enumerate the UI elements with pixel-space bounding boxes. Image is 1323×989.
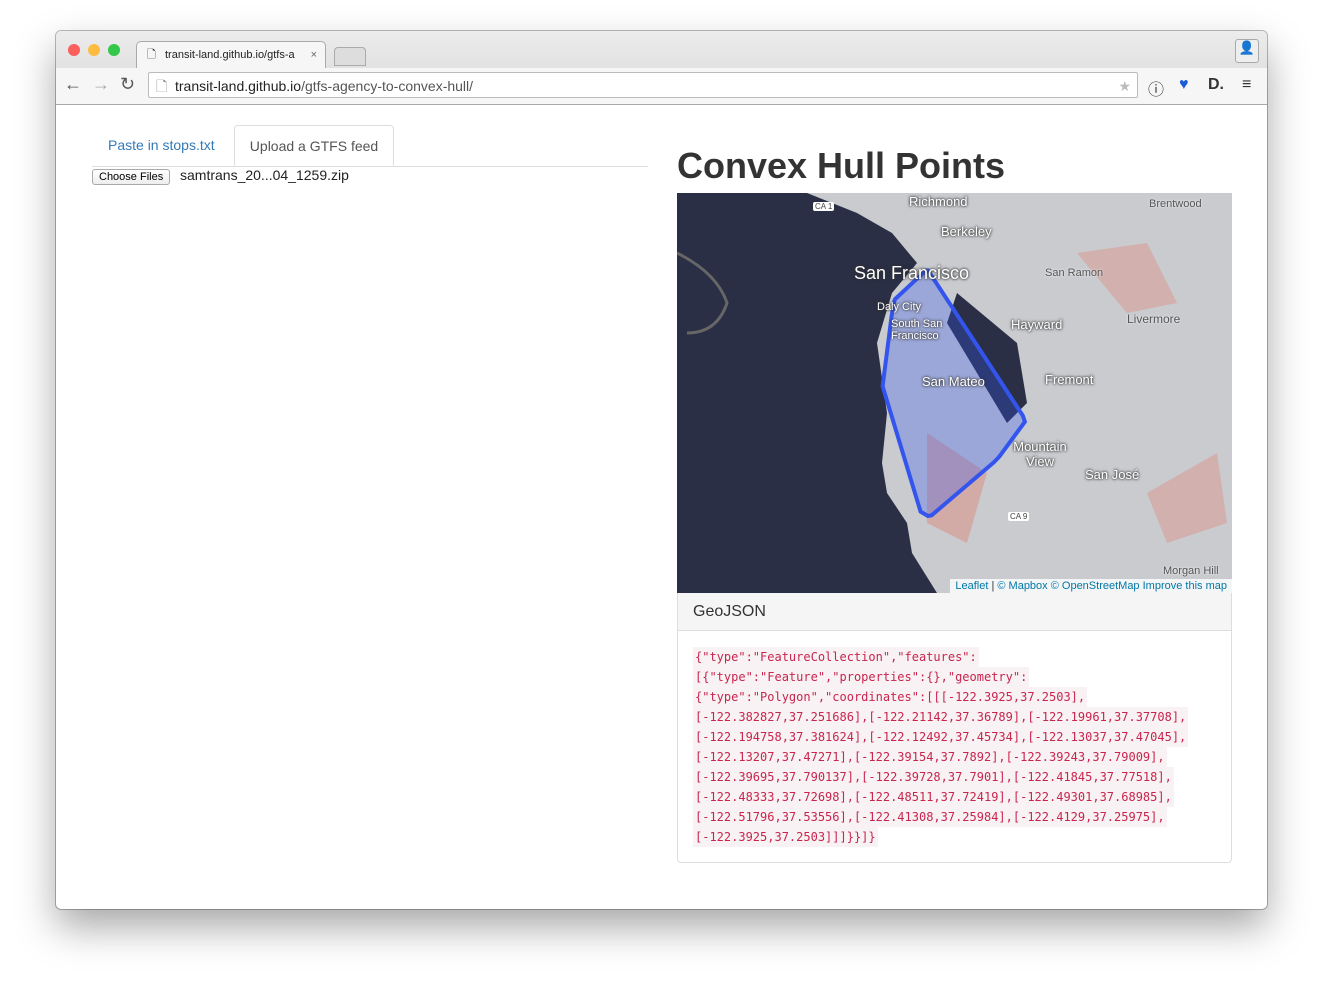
map-tiles	[677, 193, 1232, 593]
profile-icon[interactable]: 👤	[1235, 39, 1259, 63]
tab-upload-gtfs[interactable]: Upload a GTFS feed	[234, 125, 394, 166]
highway-shield: CA 9	[1008, 512, 1030, 521]
choose-files-button[interactable]: Choose Files	[92, 169, 171, 185]
map-label: Fremont	[1045, 372, 1094, 387]
coastline	[677, 251, 729, 335]
tab-paste-stops[interactable]: Paste in stops.txt	[108, 137, 215, 153]
url-path: /gtfs-agency-to-convex-hull/	[301, 78, 474, 94]
map[interactable]: Richmond Berkeley Brentwood San Francisc…	[677, 193, 1232, 593]
geojson-line: [{"type":"Feature","properties":{},"geom…	[693, 667, 1030, 687]
panel-heading: GeoJSON	[678, 593, 1231, 631]
geojson-panel: GeoJSON {"type":"FeatureCollection","fea…	[677, 593, 1232, 863]
back-icon[interactable]: ←	[64, 74, 82, 95]
menu-icon[interactable]: ≡	[1242, 76, 1251, 94]
selected-file-name: samtrans_20...04_1259.zip	[180, 167, 349, 183]
page-title: Convex Hull Points	[677, 145, 1006, 186]
url-host: transit-land.github.io	[175, 78, 302, 94]
leaflet-link[interactable]: Leaflet	[955, 580, 988, 592]
map-label: San Mateo	[922, 374, 985, 389]
password-extension-icon[interactable]: ⓘ	[1148, 76, 1164, 100]
new-tab-button[interactable]	[334, 47, 366, 66]
map-label: Brentwood	[1149, 198, 1202, 210]
geojson-line: [-122.382827,37.251686],[-122.21142,37.3…	[693, 707, 1189, 727]
map-label: Hayward	[1011, 317, 1063, 332]
d-extension-icon[interactable]: D.	[1208, 76, 1224, 94]
input-tabs: Paste in stops.txt Upload a GTFS feed	[92, 125, 648, 167]
address-bar[interactable]: 🗋 transit-land.github.io/gtfs-agency-to-c…	[148, 72, 1138, 98]
map-label: Livermore	[1127, 312, 1181, 326]
map-label: Morgan Hill	[1163, 565, 1219, 577]
shield-extension-icon[interactable]: ♥	[1179, 76, 1189, 94]
map-label: Daly City	[877, 301, 922, 313]
browser-window: 🗋 transit-land.github.io/gtfs-a × 👤 ← → ↻ …	[56, 31, 1267, 909]
page-icon: 🗋	[156, 78, 168, 94]
geojson-line: [-122.39695,37.790137],[-122.39728,37.79…	[693, 767, 1174, 787]
browser-chrome: 🗋 transit-land.github.io/gtfs-a × 👤 ← → ↻ …	[56, 31, 1267, 105]
browser-tab[interactable]: 🗋 transit-land.github.io/gtfs-a ×	[136, 41, 326, 68]
forward-icon[interactable]: →	[92, 74, 110, 95]
osm-link[interactable]: © OpenStreetMap	[1051, 580, 1140, 592]
reload-icon[interactable]: ↻	[120, 74, 135, 95]
maximize-window-button[interactable]	[108, 44, 120, 56]
geojson-line: [-122.51796,37.53556],[-122.41308,37.259…	[693, 807, 1167, 827]
highway-shield: CA 1	[813, 202, 835, 211]
geojson-line: [-122.3925,37.2503]]]}}]}	[693, 827, 878, 847]
geojson-line: {"type":"Polygon","coordinates":[[[-122.…	[693, 687, 1088, 707]
page-content: Paste in stops.txt Upload a GTFS feed Ch…	[56, 105, 1267, 909]
map-label: Richmond	[909, 194, 968, 209]
map-label: Berkeley	[941, 224, 992, 239]
bookmark-star-icon[interactable]: ★	[1118, 73, 1131, 99]
map-label: San Ramon	[1045, 267, 1104, 279]
close-tab-icon[interactable]: ×	[311, 42, 317, 68]
geojson-code: {"type":"FeatureCollection","features":[…	[678, 631, 1231, 863]
map-label: San José	[1085, 467, 1140, 482]
map-label: Mountain View	[1013, 439, 1067, 469]
map-attribution: Leaflet | © Mapbox © OpenStreetMap Impro…	[950, 579, 1232, 593]
map-label: South San Francisco	[891, 318, 943, 342]
tab-title: transit-land.github.io/gtfs-a	[165, 49, 295, 61]
geojson-line: [-122.13207,37.47271],[-122.39154,37.789…	[693, 747, 1167, 767]
minimize-window-button[interactable]	[88, 44, 100, 56]
mapbox-link[interactable]: © Mapbox	[997, 580, 1047, 592]
geojson-line: [-122.194758,37.381624],[-122.12492,37.4…	[693, 727, 1189, 747]
page-icon: 🗋	[147, 49, 156, 61]
geojson-line: [-122.48333,37.72698],[-122.48511,37.724…	[693, 787, 1174, 807]
map-label: San Francisco	[854, 263, 970, 283]
geojson-line: {"type":"FeatureCollection","features":	[693, 647, 979, 667]
close-window-button[interactable]	[68, 44, 80, 56]
improve-map-link[interactable]: Improve this map	[1143, 580, 1227, 592]
